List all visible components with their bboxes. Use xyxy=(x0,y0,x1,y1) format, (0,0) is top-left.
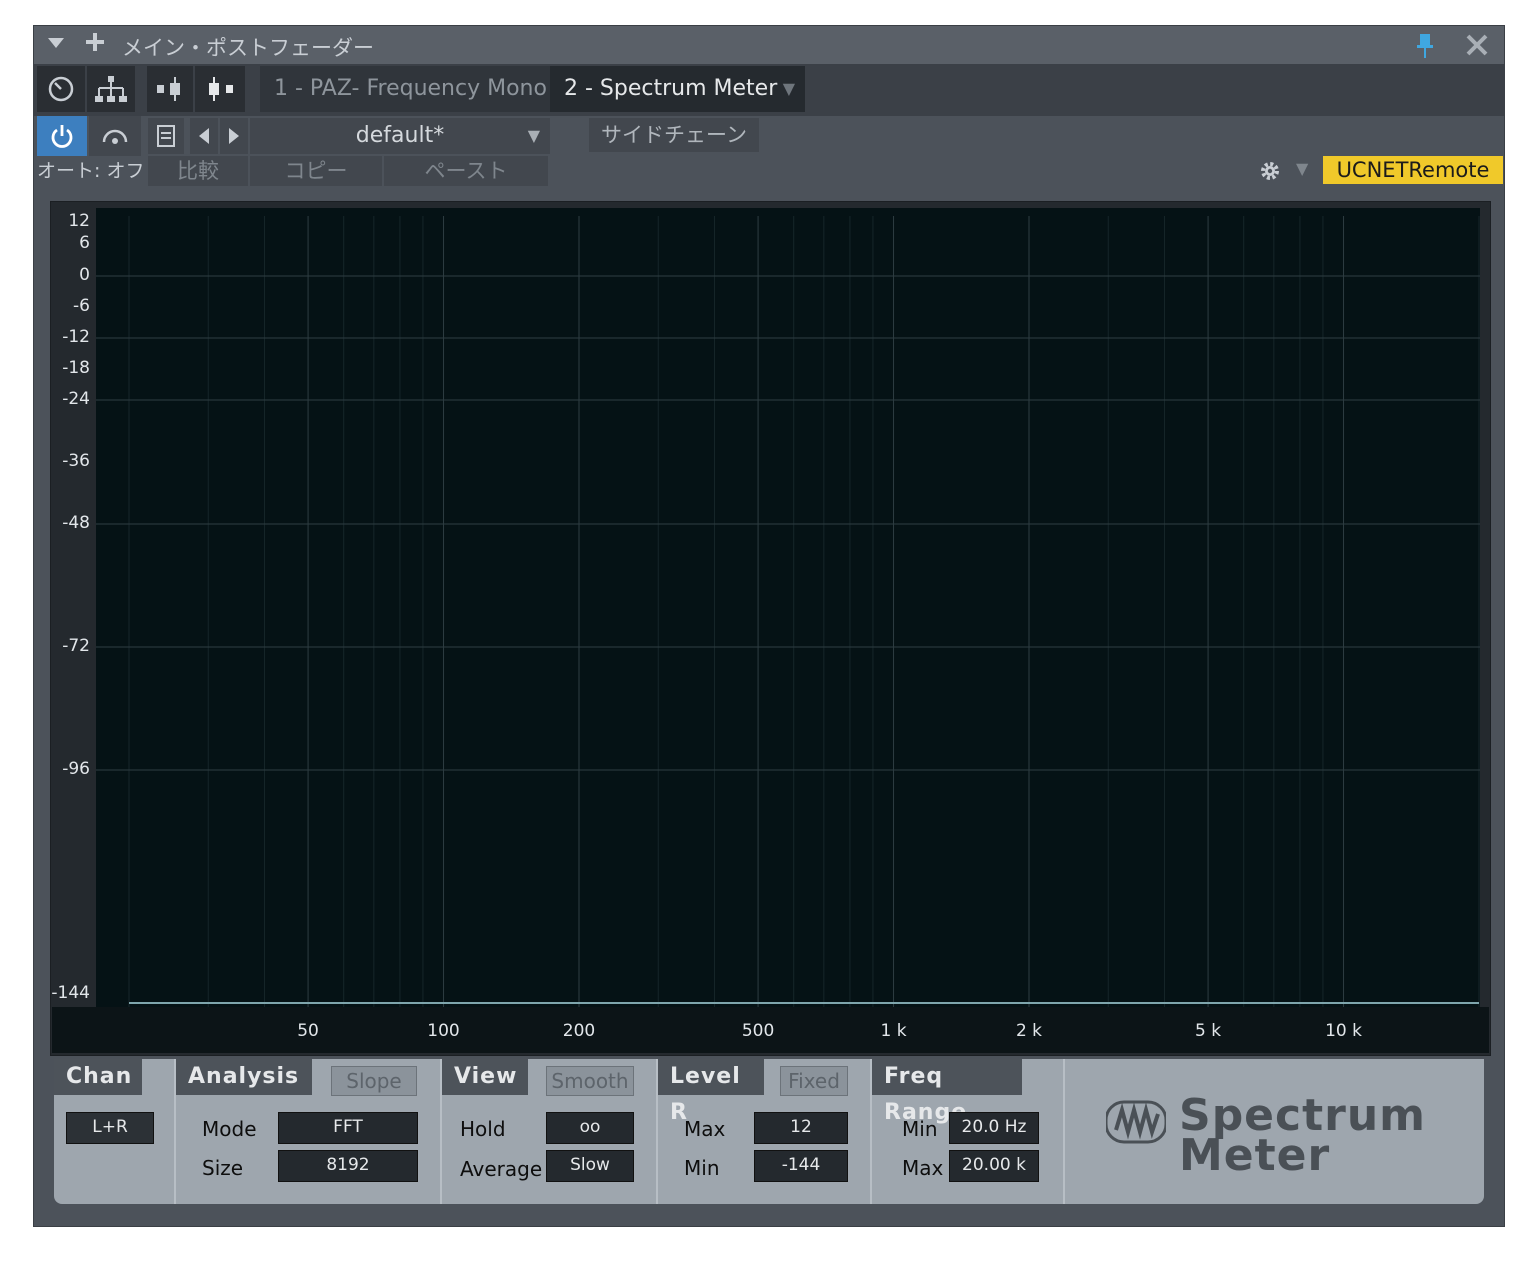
freq-range-section-title: Freq Range xyxy=(872,1059,1022,1125)
copy-button[interactable]: コピー xyxy=(250,156,382,186)
ucnet-remote-button[interactable]: UCNETRemote xyxy=(1323,156,1503,184)
clock-icon[interactable] xyxy=(37,66,85,112)
y-tick-label: -48 xyxy=(62,513,90,533)
y-tick-label: 6 xyxy=(79,233,90,253)
y-tick-label: -24 xyxy=(62,389,90,409)
paste-button[interactable]: ペースト xyxy=(384,156,548,186)
preset-file-icon[interactable] xyxy=(148,118,184,154)
x-tick-label: 2 k xyxy=(1015,1021,1043,1041)
preset-select[interactable]: default* ▼ xyxy=(250,118,550,154)
sidechain-button[interactable]: サイドチェーン xyxy=(589,118,759,152)
pin-icon[interactable] xyxy=(1414,33,1436,63)
presonus-logo-icon xyxy=(1104,1100,1168,1148)
fixed-button[interactable]: Fixed xyxy=(780,1066,848,1096)
mode-label: Mode xyxy=(202,1117,257,1141)
average-label: Average xyxy=(460,1157,543,1181)
analysis-section-title: Analysis xyxy=(176,1059,312,1095)
bypass-listen-icon[interactable] xyxy=(89,116,141,156)
level-min-label: Min xyxy=(684,1156,720,1180)
freq-min-label: Min xyxy=(902,1117,938,1141)
size-selector[interactable]: 8192 xyxy=(278,1150,418,1182)
tab-label: 2 - Spectrum Meter xyxy=(564,76,778,101)
y-tick-label: -18 xyxy=(62,358,90,378)
product-name: Spectrum Meter xyxy=(1179,1094,1426,1181)
x-tick-label: 500 xyxy=(741,1021,775,1041)
y-tick-label: -144 xyxy=(51,983,90,1003)
spectrum-chart xyxy=(96,216,1480,1008)
chan-selector[interactable]: L+R xyxy=(66,1112,154,1144)
x-tick-label: 50 xyxy=(297,1021,319,1041)
average-selector[interactable]: Slow xyxy=(546,1150,634,1182)
y-tick-label: -36 xyxy=(62,451,90,471)
y-tick-label: 0 xyxy=(79,265,90,285)
window-title: メイン・ポストフェーダー xyxy=(122,36,374,60)
compare-button[interactable]: 比較 xyxy=(148,156,248,186)
triangle-down-icon[interactable] xyxy=(46,32,66,58)
freq-max-field[interactable]: 20.00 k xyxy=(949,1150,1039,1182)
y-tick-label: -72 xyxy=(62,636,90,656)
hold-selector[interactable]: oo xyxy=(546,1112,634,1144)
plugin-window: メイン・ポストフェーダー 1 - PAZ- Frequency Mono 2 -… xyxy=(33,25,1505,1227)
routing-icon[interactable] xyxy=(87,66,135,112)
divider xyxy=(1063,1059,1065,1204)
close-icon[interactable] xyxy=(1462,28,1492,66)
fader-left-icon[interactable] xyxy=(147,66,193,112)
preset-next-icon[interactable] xyxy=(220,118,248,154)
tab-paz-frequency[interactable]: 1 - PAZ- Frequency Mono xyxy=(260,66,550,112)
fader-right-icon[interactable] xyxy=(195,66,245,112)
title-bar: メイン・ポストフェーダー xyxy=(34,26,1504,64)
level-min-field[interactable]: -144 xyxy=(754,1150,848,1182)
level-max-field[interactable]: 12 xyxy=(754,1112,848,1144)
hold-label: Hold xyxy=(460,1117,506,1141)
slope-button[interactable]: Slope xyxy=(331,1066,417,1096)
x-tick-label: 200 xyxy=(562,1021,596,1041)
y-tick-label: -6 xyxy=(73,296,90,316)
spectrum-plot-area[interactable] xyxy=(96,208,1480,1008)
automation-status[interactable]: オート: オフ xyxy=(37,156,144,186)
x-tick-label: 5 k xyxy=(1195,1021,1222,1041)
size-label: Size xyxy=(202,1156,244,1180)
y-tick-label: -96 xyxy=(62,759,90,779)
x-tick-label: 10 k xyxy=(1325,1021,1362,1041)
plus-icon[interactable] xyxy=(84,31,106,59)
chevron-down-icon[interactable]: ▼ xyxy=(1296,159,1308,178)
smooth-button[interactable]: Smooth xyxy=(546,1066,634,1096)
y-tick-label: -12 xyxy=(62,327,90,347)
gear-icon[interactable] xyxy=(1254,156,1286,186)
product-name-line2: Meter xyxy=(1179,1130,1331,1181)
chevron-down-icon: ▼ xyxy=(527,126,540,145)
mode-selector[interactable]: FFT xyxy=(278,1112,418,1144)
y-tick-label: 12 xyxy=(68,211,90,231)
power-button[interactable] xyxy=(37,116,87,156)
freq-min-field[interactable]: 20.0 Hz xyxy=(949,1112,1039,1144)
x-tick-label: 100 xyxy=(427,1021,460,1041)
preset-name: default* xyxy=(355,123,445,148)
chevron-down-icon[interactable]: ▼ xyxy=(783,66,795,112)
preset-prev-icon[interactable] xyxy=(190,118,218,154)
level-section-title: Level R xyxy=(658,1059,764,1125)
tab-spectrum-meter[interactable]: 2 - Spectrum Meter ▼ xyxy=(550,66,805,112)
x-tick-label: 1 k xyxy=(880,1021,907,1041)
view-section-title: View xyxy=(442,1059,528,1095)
level-max-label: Max xyxy=(684,1117,726,1141)
freq-max-label: Max xyxy=(902,1156,944,1180)
chan-section-title: Chan xyxy=(54,1059,142,1095)
